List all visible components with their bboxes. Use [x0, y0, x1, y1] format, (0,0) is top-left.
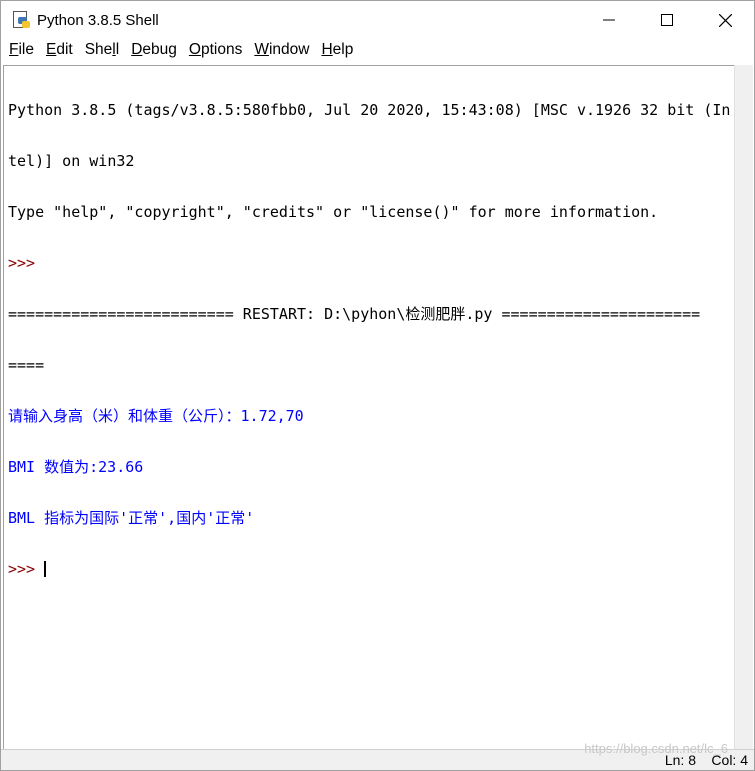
output-line: BMI 数值为:23.66	[8, 458, 144, 476]
minimize-button[interactable]	[580, 1, 638, 39]
shell-banner-line: Type "help", "copyright", "credits" or "…	[8, 203, 659, 221]
window-title: Python 3.8.5 Shell	[37, 11, 159, 29]
idle-shell-window: Python 3.8.5 Shell File Edit Shell Debug…	[0, 0, 755, 771]
output-line: 请输入身高（米）和体重（公斤）：1.72,70	[8, 407, 304, 425]
close-button[interactable]	[696, 1, 754, 39]
shell-prompt: >>>	[8, 560, 45, 578]
watermark: https://blog.csdn.net/lc_6	[584, 741, 728, 756]
maximize-icon	[661, 14, 673, 26]
menu-shell[interactable]: Shell	[79, 39, 126, 59]
vertical-scrollbar[interactable]	[734, 65, 753, 751]
menu-window[interactable]: Window	[248, 39, 315, 59]
menu-help[interactable]: Help	[315, 39, 359, 59]
input-line[interactable]: >>>	[8, 561, 731, 578]
shell-prompt: >>>	[8, 254, 36, 272]
shell-banner-line: tel)] on win32	[8, 152, 135, 170]
shell-banner-line: Python 3.8.5 (tags/v3.8.5:580fbb0, Jul 2…	[8, 101, 731, 119]
menu-file[interactable]: File	[3, 39, 40, 59]
restart-banner: ====	[8, 356, 45, 374]
menu-options[interactable]: Options	[183, 39, 248, 59]
menu-debug[interactable]: Debug	[125, 39, 183, 59]
maximize-button[interactable]	[638, 1, 696, 39]
menu-bar: File Edit Shell Debug Options Window Hel…	[1, 39, 754, 65]
restart-banner: ========================= RESTART: D:\py…	[8, 305, 701, 323]
output-line: BML 指标为国际'正常',国内'正常'	[8, 509, 255, 527]
python-idle-icon	[11, 10, 31, 30]
menu-edit[interactable]: Edit	[40, 39, 79, 59]
text-cursor	[44, 561, 47, 577]
minimize-icon	[603, 19, 615, 21]
shell-text-area[interactable]: Python 3.8.5 (tags/v3.8.5:580fbb0, Jul 2…	[3, 65, 736, 752]
close-icon	[718, 13, 732, 27]
title-bar[interactable]: Python 3.8.5 Shell	[1, 1, 754, 39]
